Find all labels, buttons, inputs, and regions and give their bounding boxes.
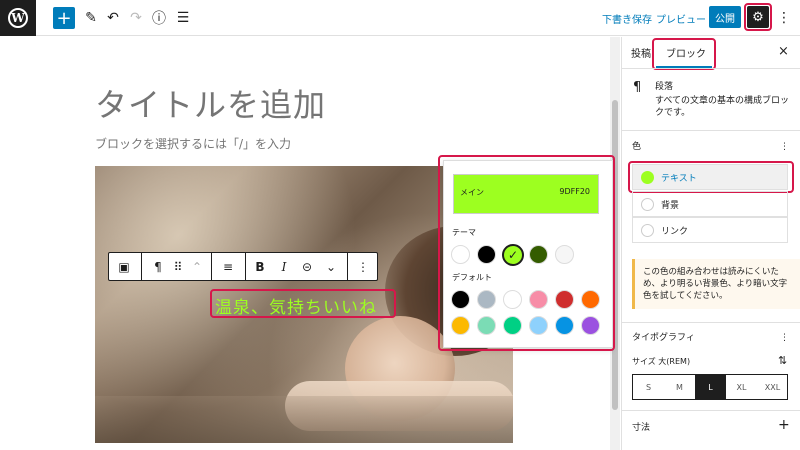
color-text-item[interactable]: テキスト bbox=[632, 164, 788, 190]
color-swatch-option[interactable] bbox=[529, 290, 548, 309]
drag-handle-icon[interactable]: ⠿ bbox=[169, 253, 187, 280]
tab-block[interactable]: ブロック bbox=[666, 45, 706, 60]
color-swatch-option[interactable] bbox=[477, 316, 496, 335]
wordpress-icon: W bbox=[8, 8, 28, 28]
block-description: すべての文章の基本の構成ブロックです。 bbox=[655, 96, 790, 118]
toolbar-divider bbox=[245, 253, 246, 280]
save-draft-link[interactable]: 下書き保存 bbox=[602, 11, 652, 26]
color-text-label: テキスト bbox=[661, 173, 697, 184]
color-swatch-option[interactable] bbox=[555, 245, 574, 264]
tab-post[interactable]: 投稿 bbox=[631, 45, 651, 60]
color-swatch-option[interactable] bbox=[529, 316, 548, 335]
font-size-picker: S M L XL XXL bbox=[632, 374, 788, 400]
pencil-icon[interactable]: ✎ bbox=[80, 7, 102, 29]
default-label: デフォルト bbox=[452, 273, 492, 282]
color-swatch-option[interactable] bbox=[555, 290, 574, 309]
contrast-notice: この色の組み合わせは読みにくいため、より明るい背景色、より暗い文字色を試してくだ… bbox=[632, 259, 800, 309]
color-swatch-option[interactable] bbox=[477, 245, 496, 264]
color-swatch-option[interactable] bbox=[451, 316, 470, 335]
background-color-dot bbox=[641, 197, 654, 211]
color-swatch-option[interactable] bbox=[503, 290, 522, 309]
block-more-icon[interactable]: ⋮ bbox=[351, 253, 375, 280]
color-section-title[interactable]: 色 bbox=[632, 141, 641, 153]
move-up-down-icon[interactable]: ⌃ bbox=[187, 253, 207, 280]
dimensions-title[interactable]: 寸法 bbox=[632, 422, 650, 434]
toolbar-divider bbox=[211, 253, 212, 280]
color-link-item[interactable]: リンク bbox=[632, 217, 788, 243]
cover-water bbox=[95, 396, 513, 443]
chevron-down-icon[interactable]: ⌄ bbox=[319, 253, 343, 280]
color-swatch-option[interactable] bbox=[581, 316, 600, 335]
color-hex: 9DFF20 bbox=[559, 187, 590, 196]
align-icon[interactable]: ≡ bbox=[215, 253, 241, 280]
color-more-icon[interactable]: ⋮ bbox=[780, 141, 789, 153]
color-swatch-option[interactable]: ✓ bbox=[502, 244, 524, 266]
color-link-label: リンク bbox=[661, 226, 689, 237]
typography-title[interactable]: タイポグラフィ bbox=[632, 332, 695, 344]
italic-button[interactable]: I bbox=[273, 253, 295, 280]
color-name: メイン bbox=[460, 188, 484, 197]
size-adjust-icon[interactable]: ⇅ bbox=[778, 355, 787, 367]
link-icon[interactable]: ⊝ bbox=[295, 253, 319, 280]
font-size-label: サイズ 大(REM) bbox=[632, 357, 691, 366]
parent-block-icon[interactable]: ▣ bbox=[111, 253, 137, 280]
font-size-option[interactable]: XL bbox=[726, 375, 757, 399]
custom-color-swatch[interactable]: メイン 9DFF20 bbox=[453, 174, 599, 214]
wordpress-logo[interactable]: W bbox=[0, 0, 36, 36]
link-color-dot bbox=[641, 223, 654, 237]
top-toolbar: W + ✎ ↶ ↷ ⓘ ☰ 下書き保存 プレビュー 公開 ⚙ ⋮ bbox=[0, 0, 800, 36]
theme-label: テーマ bbox=[452, 228, 476, 237]
info-icon[interactable]: ⓘ bbox=[148, 7, 170, 29]
add-block-button[interactable]: + bbox=[53, 7, 75, 29]
font-size-option[interactable]: S bbox=[633, 375, 664, 399]
block-name: 段落 bbox=[655, 82, 674, 92]
divider bbox=[621, 130, 800, 131]
divider bbox=[621, 322, 800, 323]
color-swatch-option[interactable] bbox=[581, 290, 600, 309]
redo-icon[interactable]: ↷ bbox=[125, 7, 147, 29]
list-view-icon[interactable]: ☰ bbox=[172, 7, 194, 29]
font-size-option[interactable]: M bbox=[664, 375, 695, 399]
font-size-option[interactable]: L bbox=[695, 375, 726, 399]
color-background-item[interactable]: 背景 bbox=[632, 191, 788, 217]
color-swatch-option[interactable] bbox=[555, 316, 574, 335]
paragraph-icon[interactable]: ¶ bbox=[147, 253, 169, 280]
undo-icon[interactable]: ↶ bbox=[102, 7, 124, 29]
cover-paragraph-text[interactable]: 温泉、気持ちいいね bbox=[215, 293, 377, 318]
text-color-dot bbox=[641, 170, 654, 184]
toolbar-divider bbox=[347, 253, 348, 280]
publish-button[interactable]: 公開 bbox=[709, 6, 741, 28]
color-swatch-option[interactable] bbox=[451, 290, 470, 309]
color-swatch-option[interactable] bbox=[503, 316, 522, 335]
plus-icon[interactable]: + bbox=[778, 418, 790, 432]
divider bbox=[621, 410, 800, 411]
settings-gear-icon[interactable]: ⚙ bbox=[747, 6, 769, 28]
post-title-input[interactable]: タイトルを追加 bbox=[95, 80, 326, 126]
preview-link[interactable]: プレビュー bbox=[656, 11, 706, 26]
divider bbox=[621, 68, 800, 69]
color-swatch-option[interactable] bbox=[529, 245, 548, 264]
typography-more-icon[interactable]: ⋮ bbox=[780, 332, 789, 344]
close-icon[interactable]: × bbox=[778, 44, 789, 59]
font-size-option[interactable]: XXL bbox=[757, 375, 788, 399]
color-swatch-option[interactable] bbox=[477, 290, 496, 309]
check-icon: ✓ bbox=[507, 248, 519, 262]
color-background-label: 背景 bbox=[661, 200, 680, 211]
more-options-icon[interactable]: ⋮ bbox=[773, 7, 795, 29]
color-swatch-option[interactable] bbox=[451, 245, 470, 264]
toolbar-divider bbox=[141, 253, 142, 280]
block-toolbar: ▣ ¶ ⠿ ⌃ ≡ B I ⊝ ⌄ ⋮ bbox=[108, 252, 378, 281]
paragraph-block-icon: ¶ bbox=[633, 80, 642, 95]
bold-button[interactable]: B bbox=[249, 253, 271, 280]
block-appender-hint[interactable]: ブロックを選択するには「/」を入力 bbox=[95, 135, 291, 152]
